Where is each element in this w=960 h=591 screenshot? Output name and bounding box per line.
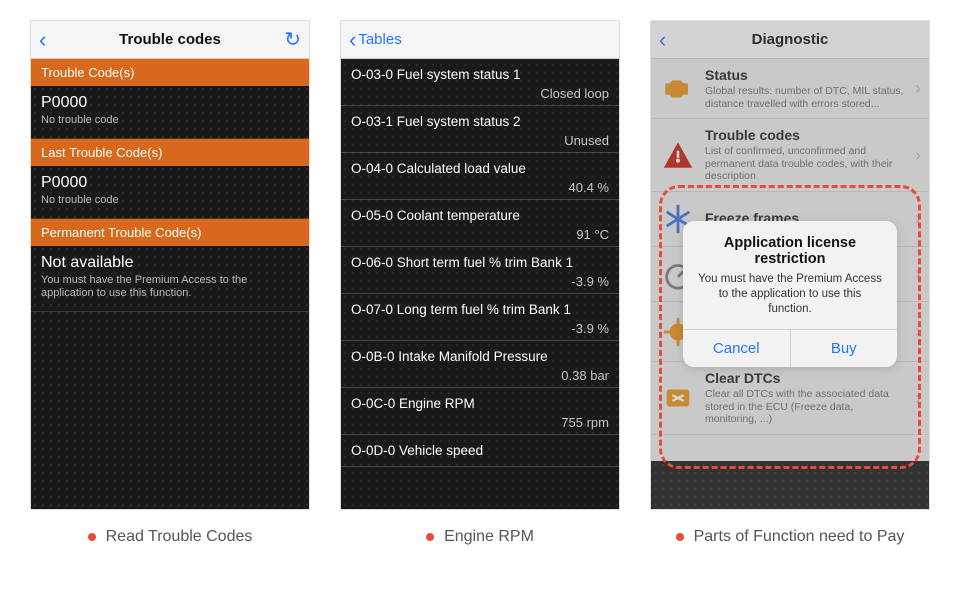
data-label: O-04-0 Calculated load value xyxy=(351,161,609,176)
list-item[interactable]: Clear DTCs Clear all DTCs with the associ… xyxy=(651,362,929,435)
data-value: 91 °C xyxy=(351,227,609,242)
caption: Engine RPM xyxy=(340,528,620,546)
list-item[interactable]: Trouble codes List of confirmed, unconfir… xyxy=(651,119,929,192)
data-label: O-05-0 Coolant temperature xyxy=(351,208,609,223)
caption: Parts of Function need to Pay xyxy=(650,528,930,546)
phone-trouble-codes: ‹ Trouble codes ↻ Trouble Code(s) P0000 … xyxy=(30,20,310,510)
data-row[interactable]: O-06-0 Short term fuel % trim Bank 1 -3.9… xyxy=(341,247,619,294)
refresh-icon[interactable]: ↻ xyxy=(284,27,301,52)
caption: Read Trouble Codes xyxy=(30,528,310,546)
bullet-icon xyxy=(426,533,434,541)
bullet-icon xyxy=(88,533,96,541)
alert-dialog: Application license restriction You must… xyxy=(683,221,897,367)
data-value: Unused xyxy=(351,133,609,148)
data-value: Closed loop xyxy=(351,86,609,101)
phone-engine-data: ‹ Tables O-03-0 Fuel system status 1 Clos… xyxy=(340,20,620,510)
alert-message: You must have the Premium Access to the … xyxy=(697,272,883,317)
back-icon[interactable]: ‹ xyxy=(659,29,666,51)
data-row[interactable]: O-0D-0 Vehicle speed xyxy=(341,435,619,467)
section-header: Last Trouble Code(s) xyxy=(31,139,309,166)
caption-text: Read Trouble Codes xyxy=(106,528,253,546)
code-desc: You must have the Premium Access to the … xyxy=(41,274,299,302)
data-value: -3.9 % xyxy=(351,321,609,336)
phone-diagnostic: ‹ Diagnostic Status Global results: numbe… xyxy=(650,20,930,510)
trouble-code-row[interactable]: Not available You must have the Premium … xyxy=(31,246,309,313)
data-label: O-07-0 Long term fuel % trim Bank 1 xyxy=(351,302,609,317)
data-label: O-0D-0 Vehicle speed xyxy=(351,443,609,458)
section-header: Permanent Trouble Code(s) xyxy=(31,219,309,246)
nav-title: Trouble codes xyxy=(31,31,309,48)
bullet-icon xyxy=(676,533,684,541)
code-value: P0000 xyxy=(41,174,299,192)
code-value: Not available xyxy=(41,254,299,272)
data-value: -3.9 % xyxy=(351,274,609,289)
data-row[interactable]: O-03-1 Fuel system status 2 Unused xyxy=(341,106,619,153)
code-value: P0000 xyxy=(41,94,299,112)
engine-icon xyxy=(659,70,697,108)
texture-footer xyxy=(651,461,929,509)
back-label[interactable]: Tables xyxy=(358,31,401,48)
data-label: O-0C-0 Engine RPM xyxy=(351,396,609,411)
item-title: Clear DTCs xyxy=(705,370,907,386)
trouble-code-row[interactable]: P0000 No trouble code xyxy=(31,86,309,139)
back-icon[interactable]: ‹ xyxy=(349,29,356,51)
chevron-right-icon: › xyxy=(915,145,921,166)
navbar: ‹ Diagnostic xyxy=(651,21,929,59)
warning-triangle-icon xyxy=(659,136,697,174)
chevron-right-icon: › xyxy=(915,321,921,342)
item-title: Trouble codes xyxy=(705,127,907,143)
item-title: Status xyxy=(705,67,907,83)
nav-title: Diagnostic xyxy=(651,31,929,48)
chevron-right-icon: › xyxy=(915,208,921,229)
data-value: 755 rpm xyxy=(351,415,609,430)
data-row[interactable]: O-07-0 Long term fuel % trim Bank 1 -3.9 … xyxy=(341,294,619,341)
item-desc: Clear all DTCs with the associated data … xyxy=(705,388,907,426)
back-icon[interactable]: ‹ xyxy=(39,29,46,51)
caption-text: Engine RPM xyxy=(444,528,534,546)
buy-button[interactable]: Buy xyxy=(790,330,898,367)
chevron-right-icon: › xyxy=(915,78,921,99)
item-desc: List of confirmed, unconfirmed and perma… xyxy=(705,145,907,183)
data-value: 0.38 bar xyxy=(351,368,609,383)
list-item[interactable]: Status Global results: number of DTC, MIL… xyxy=(651,59,929,119)
cancel-button[interactable]: Cancel xyxy=(683,330,790,367)
chevron-right-icon: › xyxy=(915,263,921,284)
data-label: O-03-0 Fuel system status 1 xyxy=(351,67,609,82)
data-label: O-0B-0 Intake Manifold Pressure xyxy=(351,349,609,364)
data-row[interactable]: O-04-0 Calculated load value 40.4 % xyxy=(341,153,619,200)
item-desc: Global results: number of DTC, MIL statu… xyxy=(705,85,907,110)
data-label: O-03-1 Fuel system status 2 xyxy=(351,114,609,129)
data-value: 40.4 % xyxy=(351,180,609,195)
data-row[interactable]: O-0B-0 Intake Manifold Pressure 0.38 bar xyxy=(341,341,619,388)
code-desc: No trouble code xyxy=(41,114,299,128)
chevron-right-icon: › xyxy=(915,388,921,409)
navbar: ‹ Tables xyxy=(341,21,619,59)
section-header: Trouble Code(s) xyxy=(31,59,309,86)
clear-icon xyxy=(659,379,697,417)
alert-title: Application license restriction xyxy=(697,235,883,267)
navbar: ‹ Trouble codes ↻ xyxy=(31,21,309,59)
code-desc: No trouble code xyxy=(41,194,299,208)
trouble-code-row[interactable]: P0000 No trouble code xyxy=(31,166,309,219)
data-row[interactable]: O-05-0 Coolant temperature 91 °C xyxy=(341,200,619,247)
data-row[interactable]: O-0C-0 Engine RPM 755 rpm xyxy=(341,388,619,435)
data-label: O-06-0 Short term fuel % trim Bank 1 xyxy=(351,255,609,270)
caption-text: Parts of Function need to Pay xyxy=(694,528,905,546)
data-row[interactable]: O-03-0 Fuel system status 1 Closed loop xyxy=(341,59,619,106)
